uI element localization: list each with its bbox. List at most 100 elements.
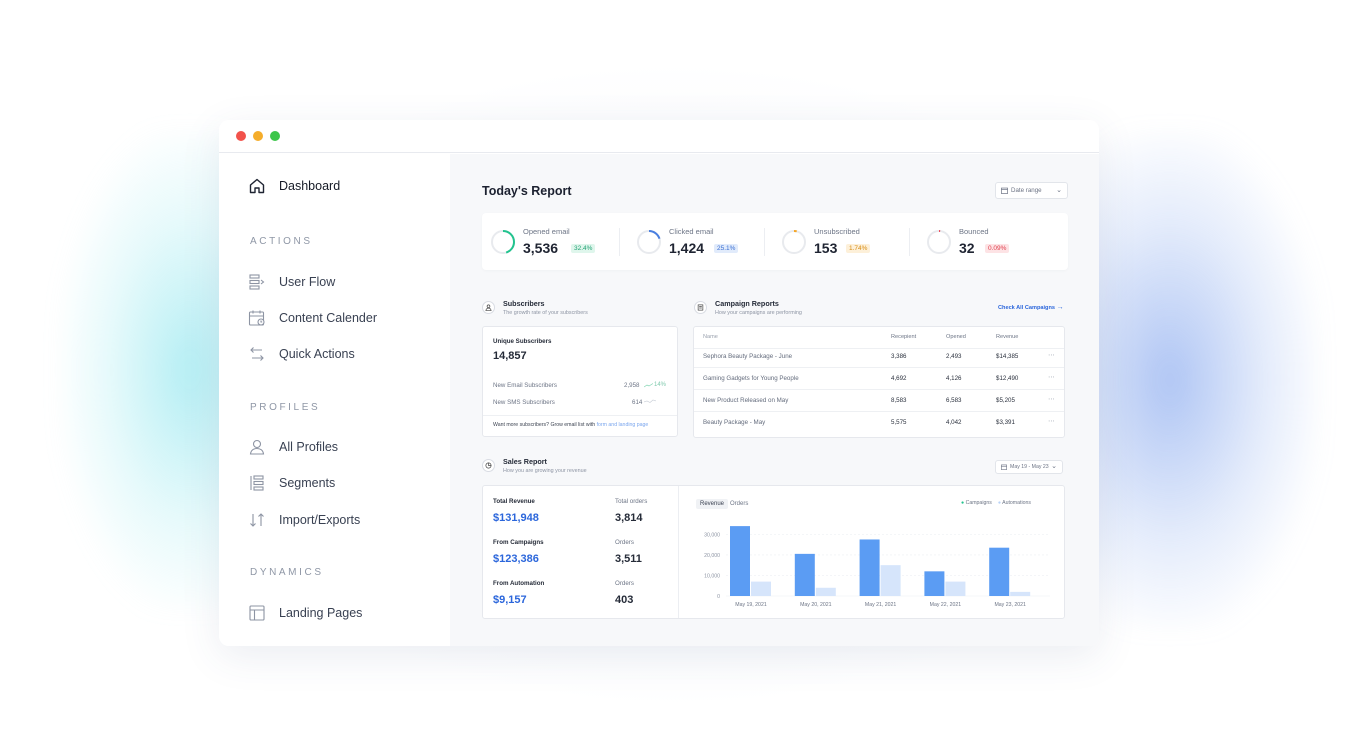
campaign-reports-header: Campaign Reports How your campaigns are …	[694, 299, 802, 316]
sidebar-item-user-flow[interactable]: User Flow	[248, 273, 335, 291]
campaign-name: Beauty Package - May	[703, 419, 766, 426]
more-options-icon[interactable]: ⋯	[1048, 351, 1055, 359]
link-label: Check All Campaigns	[998, 305, 1055, 311]
date-range-label: May 19 - May 23	[1010, 464, 1049, 470]
progress-ring	[927, 230, 951, 254]
section-dynamics-heading: DYNAMICS	[250, 567, 324, 578]
table-row[interactable]: Beauty Package - May 5,575 4,042 $3,391 …	[694, 412, 1064, 434]
chevron-down-icon: ⌄	[1051, 463, 1057, 470]
unique-subscribers-value: 14,857	[493, 350, 527, 362]
user-icon	[249, 439, 265, 455]
from-automation-value: $9,157	[493, 594, 527, 606]
campaign-opened: 6,583	[946, 397, 962, 404]
campaign-opened: 4,042	[946, 419, 962, 426]
sidebar-item-label: Quick Actions	[279, 347, 355, 361]
new-email-subscribers-value: 2,958	[624, 382, 640, 389]
tab-orders[interactable]: Orders	[726, 499, 752, 509]
pie-chart-icon	[482, 459, 495, 472]
check-all-campaigns-link[interactable]: Check All Campaigns →	[998, 304, 1064, 311]
table-row[interactable]: New Product Released on May 8,583 6,583 …	[694, 390, 1064, 412]
progress-ring	[637, 230, 661, 254]
new-sms-subscribers-label: New SMS Subscribers	[493, 399, 555, 406]
section-subtitle: The growth rate of your subscribers	[503, 310, 588, 316]
bar-automations	[945, 581, 966, 596]
date-range-label: Date range	[1011, 187, 1042, 194]
sidebar-item-segments[interactable]: Segments	[248, 474, 335, 492]
arrows-swap-icon	[250, 347, 264, 361]
minimize-window-button[interactable]	[253, 131, 263, 141]
new-sms-subscribers-value: 614	[632, 399, 643, 406]
automation-orders-label: Orders	[615, 580, 634, 587]
campaign-opened: 2,493	[946, 353, 962, 360]
section-title: Sales Report	[503, 457, 547, 466]
subscribers-footer: Want more subscribers? Grow email list w…	[493, 422, 648, 428]
close-window-button[interactable]	[236, 131, 246, 141]
sidebar-item-content-calendar[interactable]: Content Calender	[248, 309, 377, 327]
bar-automations	[815, 587, 836, 596]
campaign-recipient: 8,583	[891, 397, 907, 404]
campaign-name: New Product Released on May	[703, 397, 789, 404]
progress-ring	[782, 230, 806, 254]
kpi-label: Clicked email	[669, 227, 714, 236]
more-options-icon[interactable]: ⋯	[1048, 395, 1055, 403]
from-campaigns-value: $123,386	[493, 553, 539, 565]
more-options-icon[interactable]: ⋯	[1048, 417, 1055, 425]
bar-campaigns	[794, 553, 815, 596]
sidebar-item-import-exports[interactable]: Import/Exports	[248, 511, 360, 529]
kpi-value: 1,424	[669, 240, 705, 256]
app-window: Dashboard ACTIONS User Flow Content Cale…	[219, 120, 1099, 646]
maximize-window-button[interactable]	[270, 131, 280, 141]
user-flow-icon	[249, 274, 265, 290]
tab-revenue[interactable]: Revenue	[696, 499, 729, 509]
x-tick-label: May 21, 2021	[865, 602, 897, 608]
total-revenue-value: $131,948	[493, 512, 539, 524]
campaign-recipient: 3,386	[891, 353, 907, 360]
sidebar-item-label: All Profiles	[279, 440, 339, 454]
trend-sparkline-icon	[644, 399, 656, 403]
document-icon	[694, 301, 707, 314]
sidebar-item-landing-pages[interactable]: Landing Pages	[248, 604, 362, 622]
more-options-icon[interactable]: ⋯	[1048, 373, 1055, 381]
chevron-down-icon: ⌄	[1056, 187, 1062, 194]
y-tick-label: 20,000	[704, 553, 720, 559]
total-revenue-label: Total Revenue	[493, 498, 535, 505]
bar-automations	[1010, 591, 1031, 596]
sales-date-range-select[interactable]: May 19 - May 23 ⌄	[995, 460, 1063, 474]
divider	[764, 228, 765, 256]
date-range-select[interactable]: Date range ⌄	[995, 182, 1068, 199]
campaign-recipient: 4,692	[891, 375, 907, 382]
campaign-name: Gaming Gadgets for Young People	[703, 375, 799, 382]
form-landing-page-link[interactable]: form and landing page	[597, 422, 649, 428]
legend-item-campaigns: ● Campaigns	[961, 500, 992, 506]
sidebar-item-quick-actions[interactable]: Quick Actions	[248, 345, 355, 363]
automation-orders-value: 403	[615, 594, 634, 606]
x-tick-label: May 19, 2021	[735, 602, 767, 608]
section-title: Campaign Reports	[715, 299, 779, 308]
x-tick-label: May 20, 2021	[800, 602, 832, 608]
bar-campaigns	[730, 526, 750, 596]
sidebar-item-dashboard[interactable]: Dashboard	[248, 177, 340, 195]
segments-icon	[250, 475, 264, 491]
campaign-revenue: $3,391	[996, 419, 1015, 426]
main-content: Today's Report Date range ⌄ Opened email…	[450, 154, 1099, 646]
table-row[interactable]: Sephora Beauty Package - June 3,386 2,49…	[694, 346, 1064, 368]
subscribers-header: Subscribers The growth rate of your subs…	[482, 299, 588, 316]
sidebar-item-label: Dashboard	[279, 179, 341, 193]
layout-icon	[249, 605, 265, 621]
table-row[interactable]: Gaming Gadgets for Young People 4,692 4,…	[694, 368, 1064, 390]
sidebar-item-all-profiles[interactable]: All Profiles	[248, 438, 338, 456]
kpi-label: Unsubscribed	[814, 227, 860, 236]
campaign-recipient: 5,575	[891, 419, 907, 426]
kpi-badge: 25.1%	[714, 244, 739, 253]
section-profiles-heading: PROFILES	[250, 402, 321, 413]
sidebar-item-label: Landing Pages	[279, 606, 363, 620]
sales-bar-chart: 0 10,000 20,000 30,000 May 19, 2021 May 20, 2…	[704, 526, 1050, 608]
total-orders-label: Total orders	[615, 498, 648, 505]
new-email-subscribers-change: 14%	[654, 382, 667, 388]
new-email-subscribers-label: New Email Subscribers	[493, 382, 557, 389]
kpi-card: Opened email 3,536 32.4% Clicked email 1…	[482, 213, 1068, 270]
section-actions-heading: ACTIONS	[250, 236, 313, 247]
section-title: Subscribers	[503, 299, 545, 308]
bar-automations	[880, 565, 901, 596]
campaign-orders-label: Orders	[615, 539, 634, 546]
